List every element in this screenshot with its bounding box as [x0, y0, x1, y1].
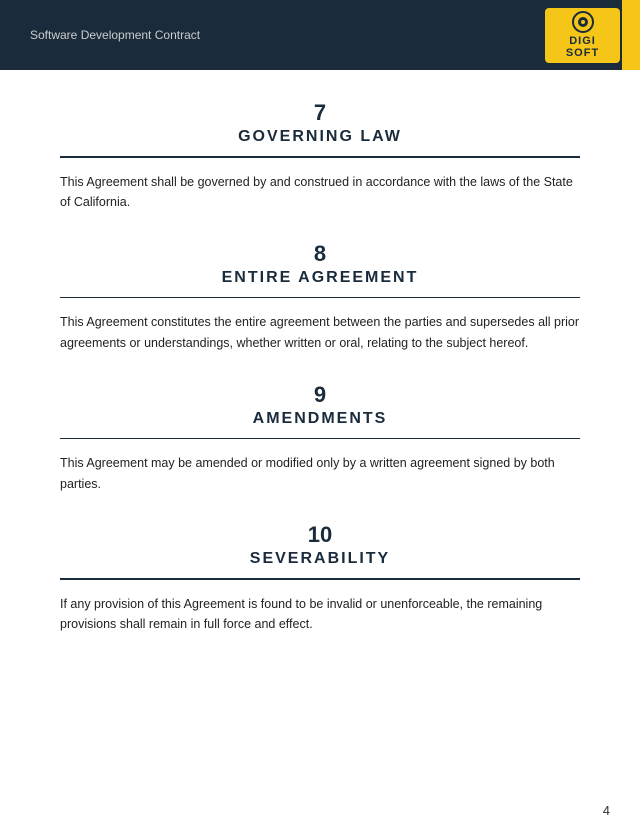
footer: 4 — [0, 793, 640, 828]
header-title: Software Development Contract — [30, 28, 200, 42]
section-8-number: 8 — [60, 241, 580, 267]
section-10-number: 10 — [60, 522, 580, 548]
section-9-divider — [60, 438, 580, 440]
logo-text-soft: SOFT — [566, 47, 599, 59]
page-number: 4 — [603, 803, 610, 818]
section-8: 8 ENTIRE AGREEMENT This Agreement consti… — [60, 241, 580, 354]
logo-text-digi: DIGI — [569, 35, 596, 47]
section-9-number: 9 — [60, 382, 580, 408]
section-7-number: 7 — [60, 100, 580, 126]
logo-icon — [572, 11, 594, 33]
section-7: 7 GOVERNING LAW This Agreement shall be … — [60, 100, 580, 213]
page: Software Development Contract DIGI SOFT … — [0, 0, 640, 828]
section-7-divider — [60, 156, 580, 158]
section-9-text: This Agreement may be amended or modifie… — [60, 453, 580, 494]
logo-inner: DIGI SOFT — [566, 11, 599, 59]
header: Software Development Contract DIGI SOFT — [0, 0, 640, 70]
section-7-text: This Agreement shall be governed by and … — [60, 172, 580, 213]
section-10-text: If any provision of this Agreement is fo… — [60, 594, 580, 635]
section-9-title: AMENDMENTS — [60, 410, 580, 428]
section-7-title: GOVERNING LAW — [60, 128, 580, 146]
section-9: 9 AMENDMENTS This Agreement may be amend… — [60, 382, 580, 495]
section-10-title: SEVERABILITY — [60, 550, 580, 568]
logo-icon-inner — [578, 17, 588, 27]
section-8-divider — [60, 297, 580, 299]
logo: DIGI SOFT — [545, 8, 620, 63]
section-10-divider — [60, 578, 580, 580]
section-8-text: This Agreement constitutes the entire ag… — [60, 312, 580, 353]
main-content: 7 GOVERNING LAW This Agreement shall be … — [0, 70, 640, 793]
section-10: 10 SEVERABILITY If any provision of this… — [60, 522, 580, 635]
section-8-title: ENTIRE AGREEMENT — [60, 269, 580, 287]
